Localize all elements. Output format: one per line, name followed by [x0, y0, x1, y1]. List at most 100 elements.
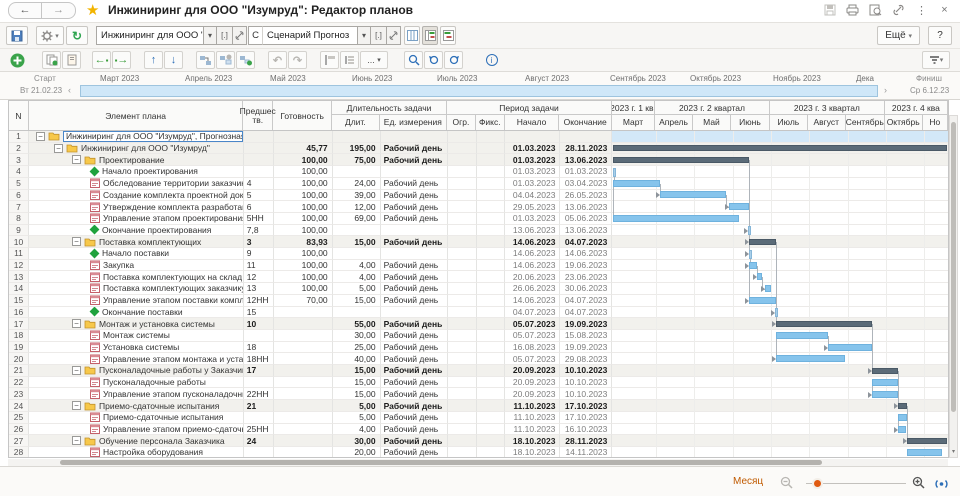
- expander-icon[interactable]: −: [72, 366, 81, 375]
- indent-button[interactable]: ▪→: [112, 51, 131, 69]
- expander-icon[interactable]: −: [72, 155, 81, 164]
- gantt-summary-bar[interactable]: [776, 321, 872, 327]
- gantt-task-bar[interactable]: [828, 344, 872, 351]
- expander-icon[interactable]: −: [72, 436, 81, 445]
- gantt-summary-bar[interactable]: [613, 157, 749, 163]
- gantt-task-bar[interactable]: [613, 215, 739, 222]
- gantt-milestone[interactable]: [775, 308, 778, 317]
- vertical-scroll-thumb[interactable]: [951, 122, 956, 412]
- gantt-task-bar[interactable]: [872, 391, 898, 398]
- task-name: Приемо-сдаточные испытания: [103, 412, 223, 422]
- gantt-task-bar[interactable]: [907, 449, 942, 456]
- link-tasks-button[interactable]: [196, 51, 215, 69]
- gantt-task-bar[interactable]: [776, 355, 845, 362]
- milestone-view-button[interactable]: [320, 51, 339, 69]
- expander-icon[interactable]: −: [72, 319, 81, 328]
- overview-month-label: Июль 2023: [437, 74, 477, 83]
- scroll-down-icon[interactable]: ▾: [952, 448, 955, 455]
- plan-link-icon[interactable]: [233, 26, 247, 45]
- plan-open-button[interactable]: [.]: [217, 26, 233, 45]
- refresh-button[interactable]: ↻: [66, 26, 88, 45]
- gantt-milestone[interactable]: [613, 168, 616, 177]
- outdent-button[interactable]: ←▪: [92, 51, 111, 69]
- horizontal-scrollbar[interactable]: [8, 459, 948, 466]
- view-gantt-only-button[interactable]: [440, 26, 456, 45]
- zoom-next-button[interactable]: [444, 51, 463, 69]
- gantt-summary-bar[interactable]: [907, 438, 947, 444]
- redo-button[interactable]: ↷: [288, 51, 307, 69]
- live-events-icon[interactable]: [934, 477, 949, 495]
- horizontal-scroll-thumb[interactable]: [60, 460, 822, 465]
- gantt-summary-bar[interactable]: [898, 403, 907, 409]
- task-name-cell: Поставка комплектующих на склад: [29, 271, 244, 283]
- gantt-summary-bar[interactable]: [613, 145, 947, 151]
- zoom-search-button[interactable]: [404, 51, 423, 69]
- scenario-field[interactable]: Сценарий Прогноз: [262, 26, 358, 45]
- plan-field[interactable]: Инжиниринг для ООО "Изумруд": [96, 26, 204, 45]
- expander-icon[interactable]: −: [54, 144, 63, 153]
- zoom-slider-handle[interactable]: [812, 478, 823, 489]
- link-edit-button[interactable]: [216, 51, 235, 69]
- task-name: Управление этапом проектирования: [103, 213, 244, 223]
- overview-range-bar[interactable]: [80, 85, 878, 97]
- more-button[interactable]: Ещё ▾: [877, 26, 920, 45]
- save-button[interactable]: [6, 26, 28, 45]
- task-icon: [90, 202, 100, 212]
- copy-button[interactable]: [42, 51, 61, 69]
- gantt-milestone[interactable]: [749, 250, 752, 259]
- scroll-right-icon[interactable]: ›: [884, 85, 887, 95]
- folder-icon: [84, 319, 96, 329]
- gantt-task-bar[interactable]: [757, 273, 762, 280]
- task-icon: [90, 178, 100, 188]
- add-button[interactable]: [8, 51, 27, 69]
- info-button[interactable]: i: [482, 51, 501, 69]
- paste-button[interactable]: [62, 51, 81, 69]
- link-add-button[interactable]: [236, 51, 255, 69]
- filter-button[interactable]: ▾: [922, 51, 950, 69]
- gantt-task-bar[interactable]: [765, 285, 771, 292]
- vertical-scrollbar[interactable]: ▾: [949, 115, 958, 458]
- gantt-task-bar[interactable]: [749, 262, 757, 269]
- gantt-summary-bar[interactable]: [749, 239, 776, 245]
- scroll-left-icon[interactable]: ‹: [68, 85, 71, 95]
- gantt-task-bar[interactable]: [872, 379, 898, 386]
- expander-icon[interactable]: −: [36, 132, 45, 141]
- ellipsis-button[interactable]: ... ▾: [360, 51, 388, 69]
- structure-button[interactable]: [340, 51, 359, 69]
- zoom-prev-button[interactable]: [424, 51, 443, 69]
- more-menu-icon[interactable]: ⋮: [914, 3, 929, 17]
- expander-icon[interactable]: −: [72, 401, 81, 410]
- favorite-star-icon[interactable]: ★: [86, 1, 99, 19]
- gantt-task-bar[interactable]: [776, 332, 828, 339]
- print-icon[interactable]: [845, 3, 860, 17]
- back-button[interactable]: ←: [8, 2, 42, 19]
- help-button[interactable]: ?: [928, 26, 952, 45]
- undo-button[interactable]: ↶: [268, 51, 287, 69]
- plan-dropdown-icon[interactable]: ▾: [204, 26, 217, 45]
- expander-icon[interactable]: −: [72, 237, 81, 246]
- gantt-milestone[interactable]: [748, 226, 751, 235]
- settings-button[interactable]: ▾: [36, 26, 64, 45]
- view-gantt-button[interactable]: [422, 26, 438, 45]
- zoom-out-icon[interactable]: [780, 476, 793, 494]
- selected-cell-editbox[interactable]: Инжиниринг для ООО "Изумруд", Прогнозная: [63, 131, 243, 142]
- scenario-open-button[interactable]: [.]: [371, 26, 387, 45]
- move-down-button[interactable]: ↓: [164, 51, 183, 69]
- move-up-button[interactable]: ↑: [144, 51, 163, 69]
- gantt-task-bar[interactable]: [898, 414, 907, 421]
- gantt-task-bar[interactable]: [898, 426, 905, 433]
- link-icon[interactable]: [891, 3, 906, 17]
- gantt-task-bar[interactable]: [729, 203, 749, 210]
- save-disabled-icon[interactable]: [822, 3, 837, 17]
- preview-icon[interactable]: [868, 3, 883, 17]
- gantt-task-bar[interactable]: [749, 297, 776, 304]
- scenario-dropdown-icon[interactable]: ▾: [358, 26, 371, 45]
- forward-button[interactable]: →: [42, 2, 76, 19]
- view-table-button[interactable]: [404, 26, 420, 45]
- close-icon[interactable]: ×: [937, 3, 952, 17]
- gantt-summary-bar[interactable]: [872, 368, 898, 374]
- gantt-task-bar[interactable]: [660, 191, 727, 198]
- zoom-in-icon[interactable]: [912, 476, 925, 494]
- scenario-link-icon[interactable]: [387, 26, 401, 45]
- gantt-task-bar[interactable]: [613, 180, 660, 187]
